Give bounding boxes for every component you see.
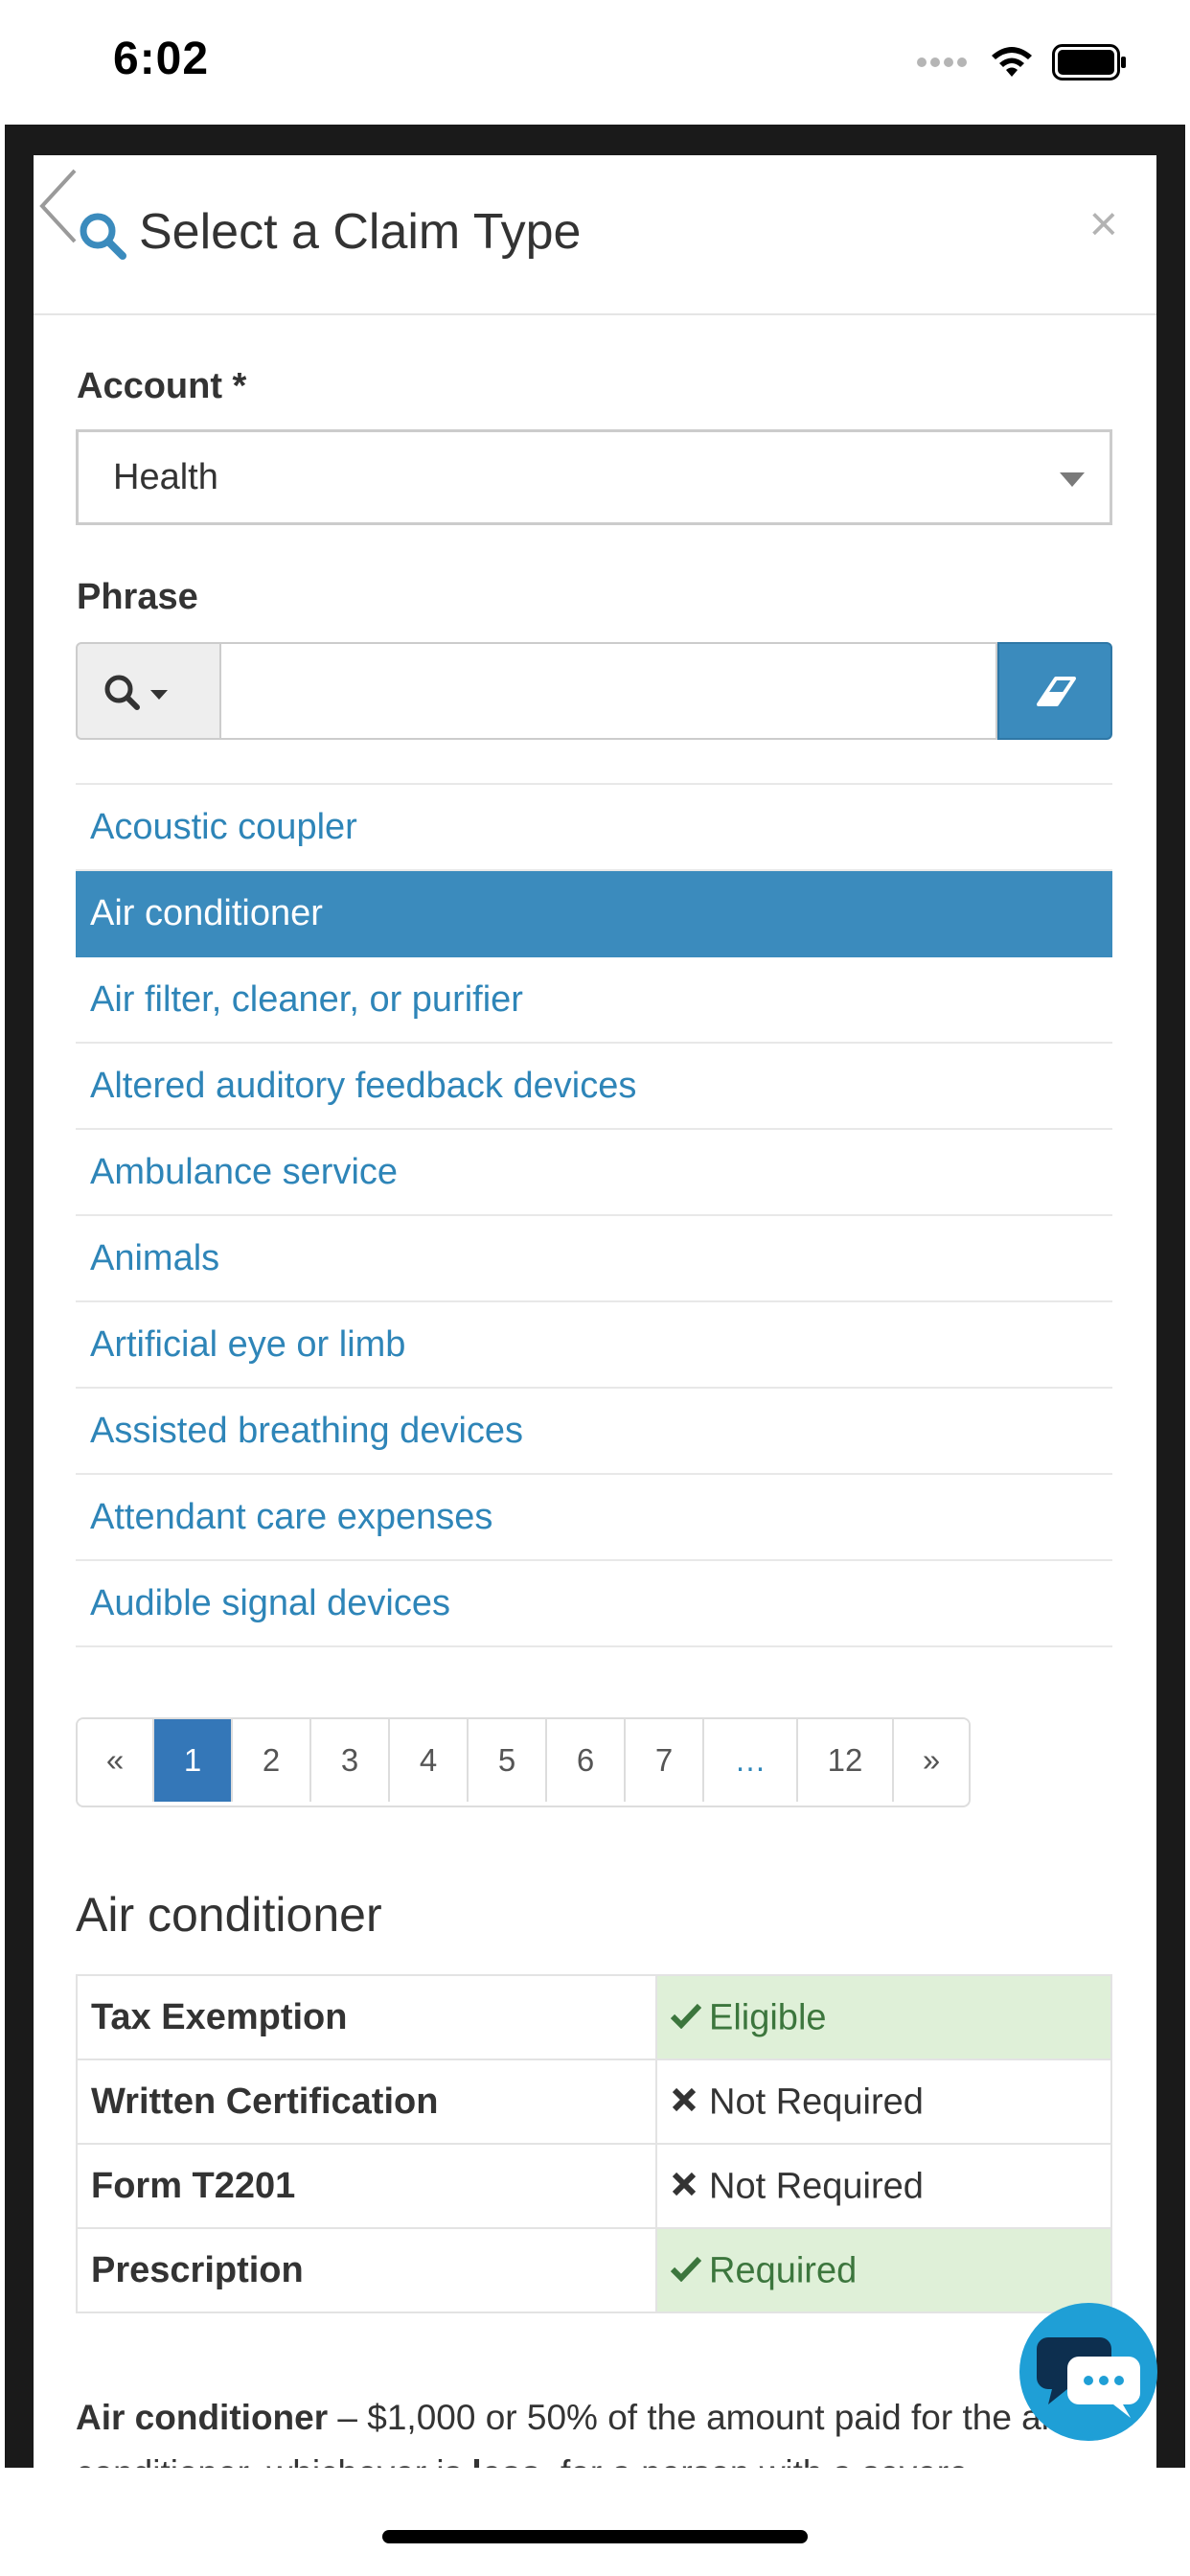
attribute-row: Form T2201 Not Required: [76, 2143, 1112, 2229]
home-indicator[interactable]: [382, 2530, 808, 2543]
pagination-page[interactable]: 2: [231, 1719, 309, 1802]
cross-icon: [671, 2166, 709, 2207]
modal-header: Select a Claim Type ×: [34, 155, 1156, 315]
close-button[interactable]: ×: [1089, 196, 1118, 253]
status-time: 6:02: [113, 34, 210, 84]
detail-title: Air conditioner: [76, 1888, 382, 1942]
account-select-value: Health: [113, 457, 218, 497]
claim-attributes-table: Tax Exemption Eligible Written Certificati…: [76, 1974, 1112, 2313]
pagination: «1 2 3 4 5 6 7… 12»: [76, 1717, 971, 1807]
attribute-status-text: Not Required: [709, 2082, 924, 2123]
description-emphasis: less: [471, 2453, 540, 2468]
claim-description: Air conditioner – $1,000 or 50% of the a…: [76, 2390, 1130, 2468]
chat-button[interactable]: [1019, 2303, 1157, 2441]
attribute-value: Not Required: [655, 2058, 1112, 2145]
back-chevron-icon[interactable]: [36, 163, 103, 249]
pagination-page[interactable]: 12: [796, 1719, 892, 1802]
attribute-status-text: Not Required: [709, 2166, 924, 2207]
search-mode-dropdown[interactable]: [76, 642, 221, 740]
signal-dots-icon: [917, 58, 967, 67]
claim-type-item[interactable]: Artificial eye or limb: [76, 1302, 1112, 1389]
clear-button[interactable]: [997, 642, 1112, 740]
pagination-page[interactable]: 3: [309, 1719, 388, 1802]
wifi-icon: [992, 47, 1032, 77]
attribute-row: Prescription Required: [76, 2227, 1112, 2313]
claim-type-item[interactable]: Ambulance service: [76, 1130, 1112, 1216]
claim-type-item[interactable]: Assisted breathing devices: [76, 1389, 1112, 1475]
claim-type-list: Acoustic coupler Air conditioner Air filte…: [76, 783, 1112, 1647]
attribute-name: Form T2201: [76, 2143, 657, 2229]
pagination-ellipsis[interactable]: …: [702, 1719, 796, 1802]
pagination-next[interactable]: »: [892, 1719, 969, 1802]
caret-down-icon: [150, 690, 168, 700]
eraser-icon: [1037, 677, 1076, 706]
attribute-value: Eligible: [655, 1974, 1112, 2060]
claim-type-item[interactable]: Acoustic coupler: [76, 785, 1112, 871]
pagination-page[interactable]: 6: [545, 1719, 624, 1802]
attribute-value: Not Required: [655, 2143, 1112, 2229]
attribute-status-text: Required: [709, 2250, 858, 2291]
status-bar: 6:02: [0, 0, 1190, 125]
description-text-2: , for a person with a severe: [540, 2453, 968, 2468]
attribute-row: Written Certification Not Required: [76, 2058, 1112, 2145]
claim-type-item[interactable]: Animals: [76, 1216, 1112, 1302]
pagination-page[interactable]: 5: [467, 1719, 545, 1802]
attribute-name: Tax Exemption: [76, 1974, 657, 2060]
attribute-name: Prescription: [76, 2227, 657, 2313]
claim-type-item[interactable]: Audible signal devices: [76, 1561, 1112, 1647]
account-label: Account *: [77, 366, 247, 406]
pagination-prev[interactable]: «: [78, 1719, 152, 1802]
claim-type-item[interactable]: Air conditioner: [76, 871, 1112, 957]
pagination-page[interactable]: 7: [624, 1719, 702, 1802]
chat-bubble-icon: [1037, 2337, 1140, 2418]
pagination-page[interactable]: 1: [152, 1719, 231, 1802]
modal-title: Select a Claim Type: [139, 204, 582, 260]
phrase-input-group: [76, 642, 1112, 740]
phrase-input[interactable]: [219, 642, 997, 740]
attribute-value: Required: [655, 2227, 1112, 2313]
check-icon: [670, 2250, 709, 2291]
caret-down-icon: [1060, 472, 1085, 487]
description-term: Air conditioner: [76, 2398, 329, 2437]
pagination-page[interactable]: 4: [388, 1719, 467, 1802]
claim-type-modal: Select a Claim Type × Account * Health P…: [34, 155, 1156, 2468]
claim-type-item[interactable]: Attendant care expenses: [76, 1475, 1112, 1561]
check-icon: [670, 1997, 709, 2038]
attribute-status-text: Eligible: [709, 1997, 827, 2038]
account-select[interactable]: Health: [76, 429, 1112, 525]
claim-type-item[interactable]: Air filter, cleaner, or purifier: [76, 957, 1112, 1044]
battery-icon: [1052, 44, 1126, 80]
phrase-label: Phrase: [77, 577, 198, 617]
bottom-safe-area: [0, 2468, 1190, 2576]
cross-icon: [671, 2082, 709, 2123]
attribute-name: Written Certification: [76, 2058, 657, 2145]
claim-type-item[interactable]: Altered auditory feedback devices: [76, 1044, 1112, 1130]
search-icon: [104, 675, 168, 710]
status-icons: [916, 44, 1127, 80]
attribute-row: Tax Exemption Eligible: [76, 1974, 1112, 2060]
